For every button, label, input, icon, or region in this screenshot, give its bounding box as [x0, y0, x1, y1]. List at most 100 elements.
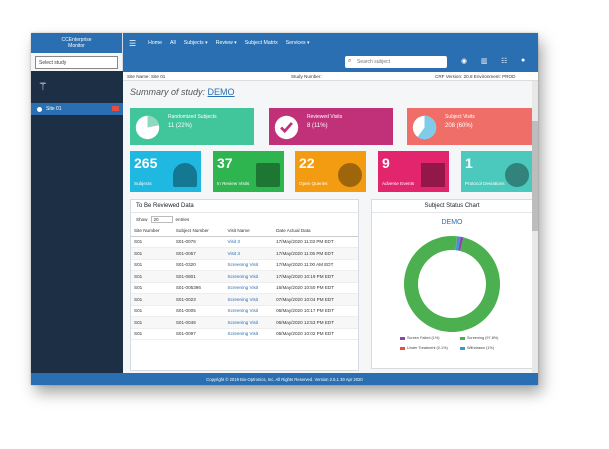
scrollbar-thumb[interactable]: [532, 121, 538, 231]
nav-subject-matrix[interactable]: Subject Matrix: [245, 40, 278, 46]
entries-select[interactable]: 20: [150, 215, 173, 223]
date-cell: 17/May/2020 11:05 PM EDT: [273, 247, 358, 260]
caduceus-icon: ⚚: [38, 80, 48, 93]
visit-cell[interactable]: Screening Visit: [224, 293, 274, 306]
column-header-date[interactable]: Date Actual Data: [273, 225, 358, 237]
column-header-site[interactable]: Site Number: [131, 225, 173, 237]
table-row[interactable]: S01 S01-0097 Screening Visit 06/May/2020 10…: [131, 328, 358, 340]
table-row[interactable]: S01 S01-0005 Screening Visit 06/May/2020 10…: [131, 305, 358, 317]
user-icon[interactable]: ●: [521, 57, 525, 64]
visit-cell[interactable]: Screening Visit: [224, 270, 274, 283]
date-cell: 07/May/2020 10:04 PM EDT: [273, 293, 358, 306]
column-header-subject[interactable]: Subject Number: [172, 225, 225, 237]
nav-home[interactable]: Home: [148, 40, 162, 46]
subjects-card[interactable]: 265 Subjects: [130, 151, 201, 192]
adverse-events-card[interactable]: 9 Adverse Events: [378, 151, 449, 192]
subject-cell: S01-0023: [172, 293, 225, 306]
site-cell: S01: [131, 305, 173, 317]
app-window: CCEnterprise Monitor Select study ⚚ Site…: [31, 33, 538, 385]
person-icon: [173, 163, 197, 187]
date-cell: 17/May/2020 11:03 PM EDT: [273, 236, 358, 248]
subject-cell: S01-0057: [172, 247, 225, 260]
footer: Copyright © 2019 Bio-Optronics, Inc. All…: [31, 373, 538, 385]
in-review-visits-card[interactable]: 37 In Review Visits: [213, 151, 284, 192]
to-be-reviewed-panel: To Be Reviewed Data Show 20 entries Site…: [130, 199, 359, 371]
check-circle-icon: [274, 115, 299, 140]
visit-cell[interactable]: Screening Visit: [224, 282, 274, 294]
pie-icon: [412, 115, 437, 140]
pie-icon: [135, 115, 160, 140]
table-row[interactable]: S01 S01-0801 Screening Visit 17/May/2020 10…: [131, 270, 358, 283]
subject-cell: S01-0801: [172, 270, 225, 283]
visit-cell[interactable]: Screening Visit: [224, 259, 274, 271]
sidebar-item-site[interactable]: Site 01: [31, 103, 123, 115]
flag-icon: [421, 163, 445, 187]
brand-logo[interactable]: CCEnterprise Monitor: [31, 33, 122, 53]
bar-chart-icon[interactable]: ▥: [481, 57, 488, 65]
subject-search-input[interactable]: ⌕ Search subject: [345, 56, 447, 68]
visit-cell[interactable]: Visit 3: [224, 236, 274, 248]
nav-subjects[interactable]: Subjects ▾: [184, 40, 208, 46]
visit-cell[interactable]: Screening Visit: [224, 305, 274, 317]
randomized-subjects-card[interactable]: Randomized Subjects 11 (22%): [130, 108, 254, 145]
legend-item[interactable]: Under Treatment (0.1%): [400, 346, 448, 350]
date-cell: 06/May/2020 10:02 PM EDT: [273, 328, 358, 340]
site-dot-icon: [37, 106, 42, 112]
legend-label: Screen Failed (1%): [407, 336, 440, 340]
brand-subtitle: Monitor: [68, 43, 85, 49]
legend-swatch: [400, 346, 405, 350]
table-row[interactable]: S01 S01-0046 Screening Visit 06/May/2020 12…: [131, 316, 358, 329]
page-scrollbar[interactable]: [532, 81, 538, 373]
donut-slice-1[interactable]: [404, 236, 500, 332]
table-row[interactable]: S01 S01-0076 Visit 3 17/May/2020 11:03 PM E…: [131, 236, 358, 248]
legend-swatch: [460, 346, 465, 350]
page-title: Summary of study: DEMO: [130, 87, 235, 97]
legend-item[interactable]: Withdrawn (1%): [460, 346, 494, 350]
study-select-input[interactable]: Select study: [35, 56, 118, 69]
table-row[interactable]: S01 S01-0320 Screening Visit 17/May/2020 11…: [131, 259, 358, 271]
nav-services[interactable]: Services ▾: [286, 40, 310, 46]
open-queries-card[interactable]: 22 Open Queries: [295, 151, 366, 192]
visit-cell[interactable]: Screening Visit: [224, 316, 274, 329]
table-row[interactable]: S01 S01-0023 Screening Visit 07/May/2020 10…: [131, 293, 358, 306]
sidebar-nav: ⚚ Site 01: [31, 71, 123, 373]
card-value: 208 (60%): [445, 123, 473, 129]
visit-cell[interactable]: Visit 3: [224, 247, 274, 260]
search-placeholder: Search subject: [357, 59, 391, 65]
table-row[interactable]: S01 S01-005396 Screening Visit 16/May/2020 …: [131, 282, 358, 294]
reviewed-visits-card[interactable]: Reviewed Visits 8 (11%): [269, 108, 393, 145]
table-row[interactable]: S01 S01-0057 Visit 3 17/May/2020 11:05 PM E…: [131, 247, 358, 260]
legend-item[interactable]: Screening (97.8%): [460, 336, 498, 340]
study-link[interactable]: DEMO: [208, 87, 235, 97]
nav-all[interactable]: All: [170, 40, 176, 46]
nav-review[interactable]: Review ▾: [216, 40, 237, 46]
subject-cell: S01-0005: [172, 305, 225, 317]
subject-visits-card[interactable]: Subject Visits 208 (60%): [407, 108, 533, 145]
grid-icon[interactable]: ☷: [501, 57, 507, 65]
panel-title: Subject Status Chart: [372, 200, 532, 213]
site-cell: S01: [131, 328, 173, 340]
card-label: In Review Visits: [217, 181, 250, 186]
visit-cell[interactable]: Screening Visit: [224, 328, 274, 340]
legend-label: Under Treatment (0.1%): [407, 346, 448, 350]
card-label: Subjects: [134, 181, 152, 186]
protocol-deviations-card[interactable]: 1 Protocol Deviations: [461, 151, 533, 192]
legend-swatch: [460, 336, 465, 340]
menu-icon[interactable]: ☰: [129, 39, 136, 48]
column-header-visit[interactable]: Visit Name: [224, 225, 274, 237]
card-value: 8 (11%): [307, 123, 328, 129]
site-cell: S01: [131, 247, 173, 260]
legend-label: Withdrawn (1%): [467, 346, 495, 350]
flag-icon: [112, 106, 119, 111]
chart-title: DEMO: [441, 219, 463, 226]
date-cell: 06/May/2020 10:17 PM EDT: [273, 305, 358, 317]
card-label: Open Queries: [299, 181, 328, 186]
legend-item[interactable]: Screen Failed (1%): [400, 336, 440, 340]
site-cell: S01: [131, 293, 173, 306]
eye-icon[interactable]: ◉: [461, 57, 467, 65]
search-icon: ⌕: [348, 58, 352, 64]
pie-icon: [505, 163, 529, 187]
subject-cell: S01-0046: [172, 316, 225, 329]
subject-cell: S01-0097: [172, 328, 225, 340]
table-header-row: Site Number Subject Number Visit Name Da…: [131, 225, 358, 237]
